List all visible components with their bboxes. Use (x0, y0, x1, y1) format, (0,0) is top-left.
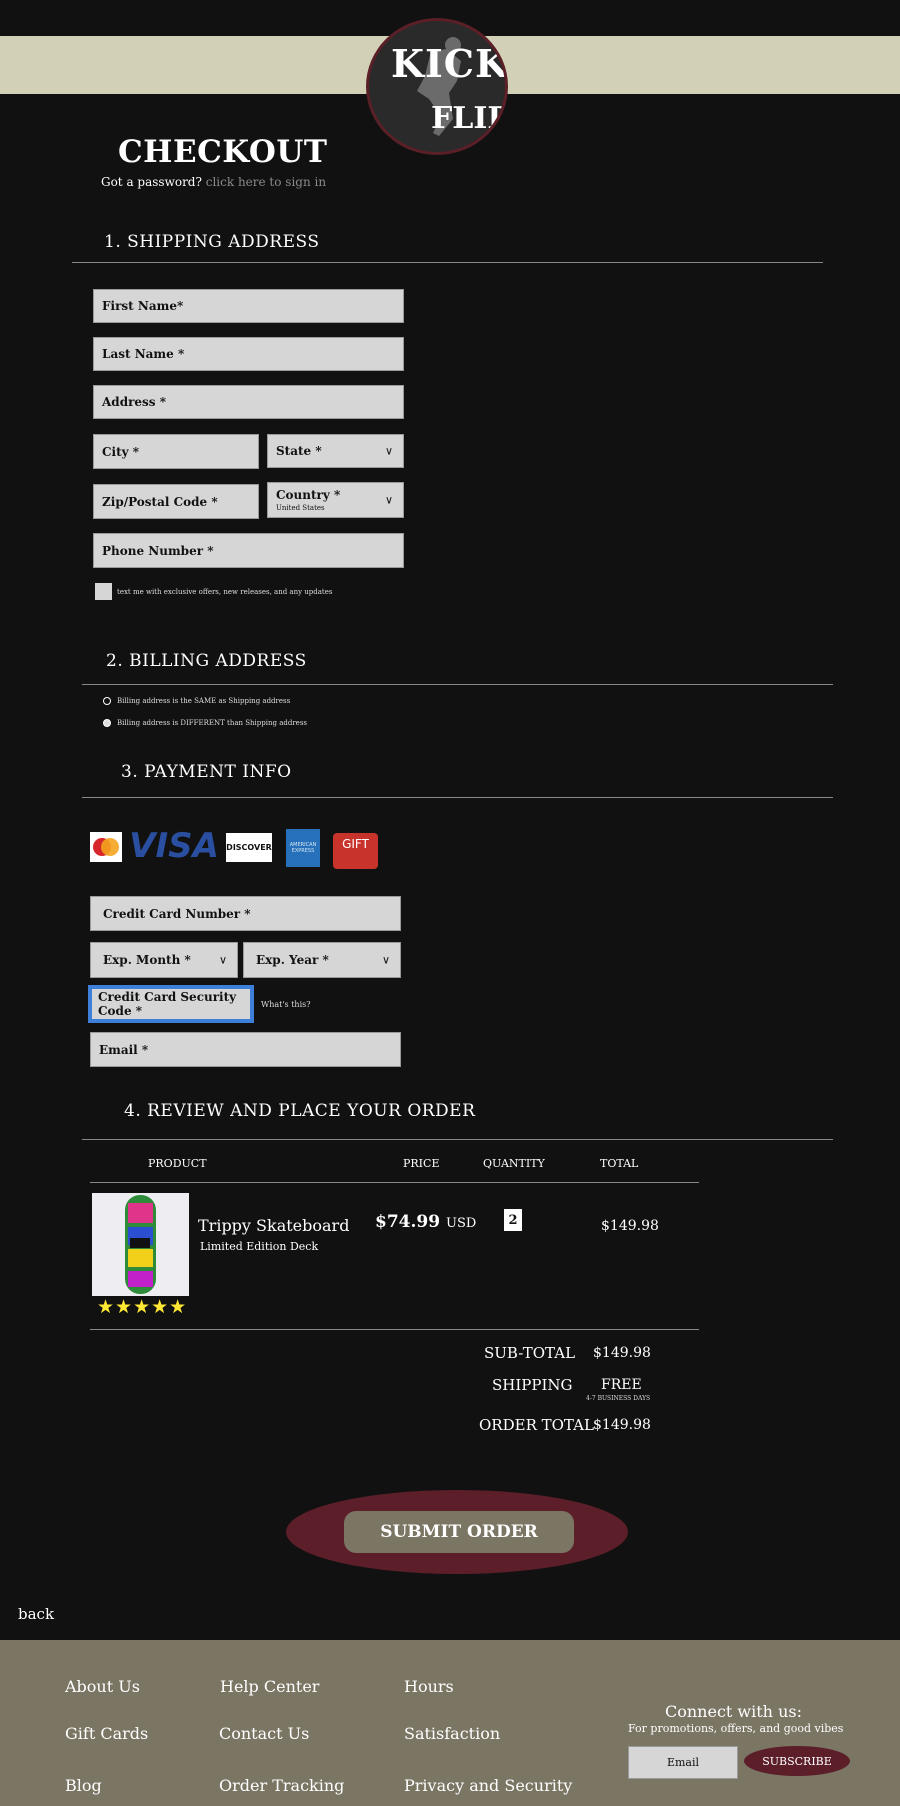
country-select-value: United States (276, 504, 325, 512)
mastercard-icon (90, 832, 122, 862)
amex-icon: AMERICAN EXPRESS (286, 829, 320, 867)
review-divider (82, 1139, 833, 1140)
logo-text-kick: KICK (391, 41, 508, 86)
billing-divider (82, 684, 833, 685)
discover-label: DISCOVER (226, 843, 272, 852)
shipping-section-title: 1. SHIPPING ADDRESS (104, 232, 320, 252)
quantity-input[interactable]: 2 (504, 1209, 522, 1231)
col-quantity-header: QUANTITY (483, 1157, 545, 1170)
chevron-down-icon: ∨ (384, 444, 393, 458)
footer-link-privacy[interactable]: Privacy and Security (404, 1776, 572, 1795)
footer-link-gift-cards[interactable]: Gift Cards (65, 1724, 148, 1743)
email-field[interactable]: Email * (90, 1032, 401, 1067)
newsletter-email-input[interactable]: Email (628, 1746, 738, 1779)
table-header-divider (90, 1182, 699, 1183)
footer-link-about[interactable]: About Us (65, 1677, 140, 1696)
submit-order-button[interactable]: SUBMIT ORDER (344, 1511, 574, 1553)
shipping-divider (72, 262, 823, 263)
signin-link[interactable]: click here to sign in (206, 175, 326, 189)
zip-field[interactable]: Zip/Postal Code * (93, 484, 259, 519)
promo-text: For promotions, offers, and good vibes (628, 1722, 844, 1735)
country-select-label: Country * (276, 488, 341, 502)
gift-card-icon: GIFT (333, 833, 378, 869)
review-section-title: 4. REVIEW AND PLACE YOUR ORDER (124, 1101, 476, 1121)
order-total-value: $149.98 (593, 1417, 651, 1433)
card-number-field[interactable]: Credit Card Number * (90, 896, 401, 931)
city-field[interactable]: City * (93, 434, 259, 469)
back-link[interactable]: back (18, 1605, 54, 1623)
first-name-field[interactable]: First Name* (93, 289, 404, 323)
address-field[interactable]: Address * (93, 385, 404, 419)
order-total-label: ORDER TOTAL (479, 1416, 594, 1434)
billing-same-label: Billing address is the SAME as Shipping … (117, 697, 291, 705)
footer-link-blog[interactable]: Blog (65, 1776, 102, 1795)
payment-divider (82, 797, 833, 798)
payment-section-title: 3. PAYMENT INFO (121, 762, 292, 782)
visa-icon: VISA (129, 826, 219, 866)
connect-heading: Connect with us: (665, 1702, 802, 1721)
footer-link-help[interactable]: Help Center (220, 1677, 319, 1696)
skateboard-image[interactable] (92, 1193, 189, 1296)
state-select-label: State * (276, 444, 322, 458)
exp-month-select[interactable]: Exp. Month * ∨ (90, 942, 238, 978)
subtotal-value: $149.98 (593, 1345, 651, 1361)
security-code-field[interactable]: Credit Card Security Code * (88, 985, 254, 1023)
shipping-label: SHIPPING (492, 1376, 573, 1394)
footer-link-satisfaction[interactable]: Satisfaction (404, 1724, 500, 1743)
footer-link-contact[interactable]: Contact Us (219, 1724, 309, 1743)
product-price-currency: USD (445, 1216, 477, 1231)
product-name[interactable]: Trippy Skateboard (198, 1216, 349, 1235)
whats-this-link[interactable]: What's this? (261, 1000, 311, 1009)
billing-section-title: 2. BILLING ADDRESS (106, 651, 307, 671)
exp-year-select[interactable]: Exp. Year * ∨ (243, 942, 401, 978)
billing-same-radio[interactable] (103, 697, 111, 705)
footer-link-tracking[interactable]: Order Tracking (219, 1776, 344, 1795)
subtotal-label: SUB-TOTAL (484, 1344, 576, 1362)
rating-stars: ★★★★★ (97, 1296, 188, 1318)
exp-year-label: Exp. Year * (256, 953, 329, 967)
subscribe-button[interactable]: SUBSCRIBE (744, 1746, 850, 1776)
chevron-down-icon: ∨ (381, 953, 390, 967)
password-prompt-text: Got a password? (101, 175, 202, 189)
text-optin-checkbox[interactable] (95, 583, 112, 600)
col-total-header: TOTAL (600, 1157, 639, 1170)
text-optin-label: text me with exclusive offers, new relea… (117, 588, 333, 596)
phone-field[interactable]: Phone Number * (93, 533, 404, 568)
product-description: Limited Edition Deck (200, 1240, 319, 1253)
billing-different-label: Billing address is DIFFERENT than Shippi… (117, 719, 307, 727)
product-price: $74.99 USD (375, 1212, 476, 1232)
logo-text-flip: FLIP (431, 101, 508, 136)
shipping-value: FREE (601, 1377, 642, 1393)
state-select[interactable]: State * ∨ (267, 434, 404, 468)
col-product-header: PRODUCT (148, 1157, 207, 1170)
line-total: $149.98 (601, 1218, 659, 1234)
chevron-down-icon: ∨ (384, 493, 393, 507)
page-title: CHECKOUT (118, 134, 328, 170)
table-footer-divider (90, 1329, 699, 1330)
billing-different-radio[interactable] (103, 719, 111, 727)
shipping-note: 4-7 BUSINESS DAYS (586, 1395, 651, 1402)
product-price-value: $74.99 (375, 1212, 441, 1232)
last-name-field[interactable]: Last Name * (93, 337, 404, 371)
exp-month-label: Exp. Month * (103, 953, 191, 967)
footer-link-hours[interactable]: Hours (404, 1677, 454, 1696)
chevron-down-icon: ∨ (218, 953, 227, 967)
country-select[interactable]: Country * United States ∨ (267, 482, 404, 518)
password-prompt: Got a password? click here to sign in (101, 175, 326, 189)
discover-icon: DISCOVER (226, 833, 272, 862)
col-price-header: PRICE (403, 1157, 440, 1170)
kickflip-logo[interactable]: KICK FLIP (366, 18, 508, 155)
